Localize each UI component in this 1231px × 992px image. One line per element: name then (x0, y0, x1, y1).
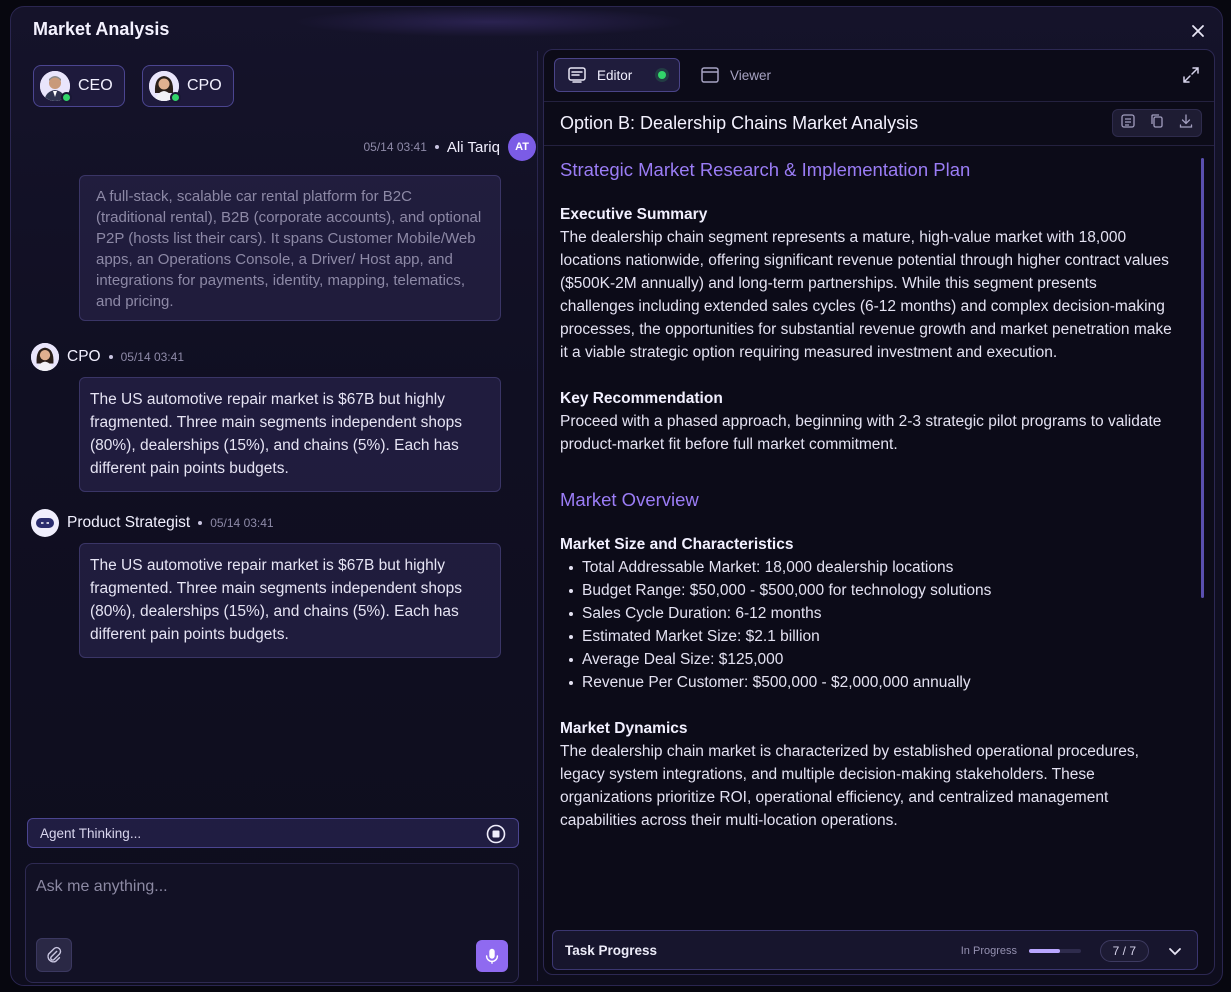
list-item: Sales Cycle Duration: 6-12 months (560, 602, 1172, 625)
panel-tabs: Editor Viewer (544, 50, 1214, 102)
agent-chip-ceo[interactable]: CEO (33, 65, 125, 107)
document-heading: Market Overview (560, 489, 699, 510)
editor-icon (568, 67, 586, 83)
strategist-message-bubble: The US automotive repair market is $67B … (79, 543, 501, 658)
task-count: 7 / 7 (1099, 940, 1149, 962)
agent-chip-cpo[interactable]: CPO (142, 65, 234, 107)
section-title: Market Size and Characteristics (560, 536, 794, 553)
chat-panel: CEO CPO 05/14 03:41 Ali Tariq AT A full-… (25, 57, 536, 983)
progress-track (1029, 949, 1081, 953)
agent-chip-label: CPO (187, 77, 222, 94)
format-button[interactable] (1120, 113, 1136, 134)
tab-editor-label: Editor (597, 67, 633, 83)
viewer-icon (701, 67, 719, 83)
close-button[interactable] (1188, 21, 1208, 41)
document-toolbar (1112, 109, 1202, 137)
message-time: 05/14 03:41 (120, 350, 184, 364)
tab-viewer[interactable]: Viewer (688, 58, 783, 92)
user-avatar: AT (508, 133, 536, 161)
cpo-message-bubble: The US automotive repair market is $67B … (79, 377, 501, 492)
list-item: Total Addressable Market: 18,000 dealers… (560, 556, 1172, 579)
composer (25, 863, 519, 983)
download-icon (1180, 113, 1193, 128)
live-indicator (658, 71, 667, 79)
expand-button[interactable] (1182, 66, 1200, 84)
chevron-down-icon (1169, 948, 1181, 956)
market-analysis-window: Market Analysis CEO CPO 05/14 03:41 Ali … (10, 6, 1223, 986)
online-indicator (170, 92, 181, 103)
panel-divider (537, 51, 538, 981)
document-scrollbar[interactable] (1201, 158, 1204, 598)
microphone-button[interactable] (476, 940, 508, 972)
tab-viewer-label: Viewer (730, 67, 772, 83)
separator-dot (108, 355, 113, 359)
download-button[interactable] (1178, 113, 1194, 134)
separator-dot (434, 145, 439, 149)
user-name: Ali Tariq (446, 138, 500, 156)
copy-icon (1151, 113, 1163, 128)
separator-dot (198, 521, 203, 525)
message-time: 05/14 03:41 (210, 516, 274, 530)
close-icon (1192, 25, 1204, 37)
section-paragraph: The dealership chain segment represents … (560, 229, 1172, 361)
document-panel: Editor Viewer Option B: Dealership Chain… (543, 49, 1215, 975)
online-indicator (61, 92, 72, 103)
stop-icon (486, 824, 506, 844)
sender-name: Product Strategist (67, 514, 191, 531)
expand-icon (1183, 67, 1199, 83)
section-title: Key Recommendation (560, 390, 723, 407)
section-paragraph: Proceed with a phased approach, beginnin… (560, 413, 1162, 453)
agent-chip-label: CEO (78, 77, 113, 94)
list-item: Average Deal Size: $125,000 (560, 648, 1172, 671)
message-header-cpo: CPO 05/14 03:41 (31, 343, 184, 371)
document-header: Option B: Dealership Chains Market Analy… (544, 102, 1214, 146)
task-progress-label: Task Progress (565, 942, 658, 958)
tab-editor[interactable]: Editor (554, 58, 680, 92)
cpo-avatar (149, 71, 181, 103)
robot-icon (36, 518, 54, 528)
document-title: Option B: Dealership Chains Market Analy… (560, 113, 919, 133)
thinking-label: Agent Thinking... (40, 825, 142, 841)
paperclip-icon (47, 946, 62, 963)
user-message-bubble: A full-stack, scalable car rental platfo… (79, 175, 501, 321)
stop-button[interactable] (486, 824, 506, 844)
message-header-strategist: Product Strategist 05/14 03:41 (31, 509, 274, 537)
agent-thinking-bar: Agent Thinking... (27, 818, 519, 848)
section-title: Market Dynamics (560, 720, 688, 737)
user-message-meta: 05/14 03:41 Ali Tariq AT (363, 133, 536, 161)
document-icon (1121, 113, 1135, 128)
ceo-avatar (40, 71, 72, 103)
attach-button[interactable] (36, 938, 72, 972)
copy-button[interactable] (1149, 113, 1165, 134)
section-paragraph: The dealership chain market is character… (560, 743, 1139, 829)
message-time: 05/14 03:41 (363, 140, 427, 154)
progress-fill (1029, 949, 1061, 953)
collapse-toggle[interactable] (1167, 943, 1183, 959)
list-item: Budget Range: $50,000 - $500,000 for tec… (560, 579, 1172, 602)
bot-avatar (31, 509, 59, 537)
list-item: Revenue Per Customer: $500,000 - $2,000,… (560, 671, 1172, 694)
task-progress-bar[interactable]: Task Progress In Progress 7 / 7 (552, 930, 1198, 970)
document-heading: Strategic Market Research & Implementati… (560, 159, 971, 180)
section-title: Executive Summary (560, 206, 708, 223)
cpo-avatar (31, 343, 59, 371)
chat-input[interactable] (26, 864, 518, 934)
sender-name: CPO (67, 348, 101, 365)
top-glow (291, 7, 691, 37)
market-size-list: Total Addressable Market: 18,000 dealers… (560, 556, 1172, 694)
list-item: Estimated Market Size: $2.1 billion (560, 625, 1172, 648)
microphone-icon (485, 948, 499, 964)
document-content: Strategic Market Research & Implementati… (560, 158, 1172, 918)
window-title: Market Analysis (33, 19, 170, 39)
task-status: In Progress (960, 945, 1017, 957)
